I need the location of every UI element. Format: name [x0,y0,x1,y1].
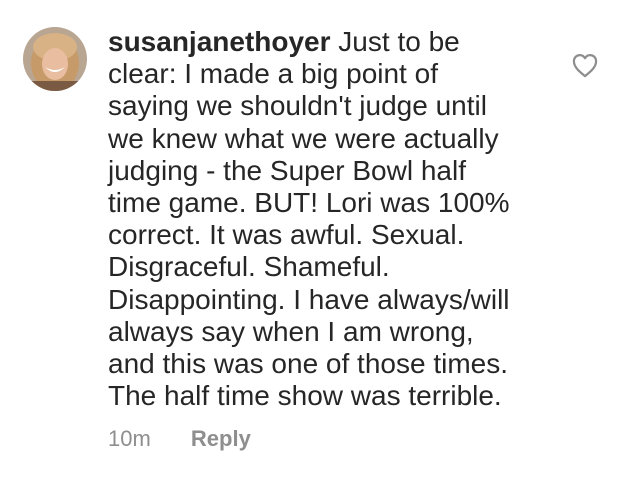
avatar[interactable] [23,27,87,91]
comment-text-line: time game. BUT! Lori was 100% [108,187,510,219]
comment-text-line: Just to be [330,26,460,57]
comment-text-line: saying we shouldn't judge until [108,90,487,122]
profile-photo [23,27,87,91]
reply-button[interactable]: Reply [191,426,251,452]
comment-line: susanjanethoyer Just to be [108,26,538,58]
timestamp: 10m [108,426,151,451]
username[interactable]: susanjanethoyer [108,26,331,57]
comment-text-line: and this was one of those times. [108,348,508,380]
comment-text: susanjanethoyer Just to be clear: I made… [108,26,538,412]
comment-text-line: correct. It was awful. Sexual. [108,219,465,251]
heart-outline-icon [572,53,598,78]
comment-text-line: we knew what we were actually [108,122,499,154]
comment: susanjanethoyer Just to be clear: I made… [0,0,640,486]
like-button[interactable] [571,52,599,78]
comment-text-line: The half time show was terrible. [108,380,502,412]
comment-text-line: clear: I made a big point of [108,58,438,90]
comment-text-line: judging - the Super Bowl half [108,154,466,186]
comment-text-line: Disgraceful. Shameful. [108,251,390,283]
comment-text-line: always say when I am wrong, [108,315,474,347]
comment-text-line: Disappointing. I have always/will [108,283,510,315]
comment-meta: 10m Reply [108,426,251,452]
